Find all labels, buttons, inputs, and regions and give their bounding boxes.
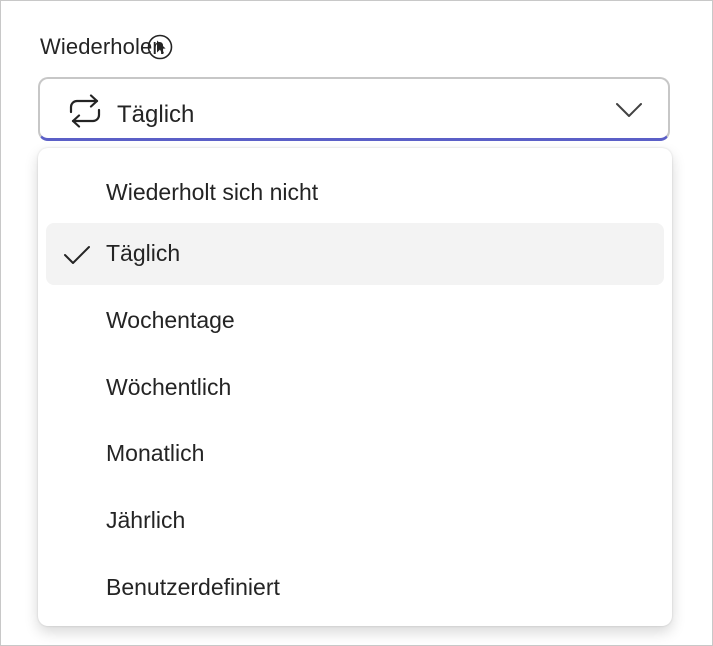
selected-value: Täglich (117, 101, 195, 128)
options-listbox: Wiederholt sich nicht Täglich Wochentage… (38, 148, 672, 626)
option-label: Benutzerdefiniert (106, 574, 280, 600)
option-wiederholt-sich-nicht[interactable]: Wiederholt sich nicht (46, 162, 664, 224)
option-woechentlich[interactable]: Wöchentlich (46, 357, 664, 419)
option-jaehrlich[interactable]: Jährlich (46, 490, 664, 552)
checkmark-icon (64, 246, 90, 264)
option-taeglich[interactable]: Täglich (46, 223, 664, 285)
option-label: Jährlich (106, 507, 186, 533)
option-label: Monatlich (106, 440, 205, 466)
option-label: Wiederholt sich nicht (106, 179, 319, 205)
option-label: Täglich (106, 240, 181, 266)
option-label: Wöchentlich (106, 374, 232, 400)
option-label: Wochentage (106, 307, 235, 333)
repeat-dropdown[interactable]: Täglich (38, 77, 670, 141)
cursor-icon (147, 34, 173, 60)
field-label: Wiederholen (40, 34, 165, 59)
chevron-down-icon[interactable] (615, 101, 643, 119)
option-benutzerdefiniert[interactable]: Benutzerdefiniert (46, 557, 664, 619)
option-wochentage[interactable]: Wochentage (46, 290, 664, 352)
option-monatlich[interactable]: Monatlich (46, 423, 664, 485)
repeat-icon (69, 94, 101, 128)
